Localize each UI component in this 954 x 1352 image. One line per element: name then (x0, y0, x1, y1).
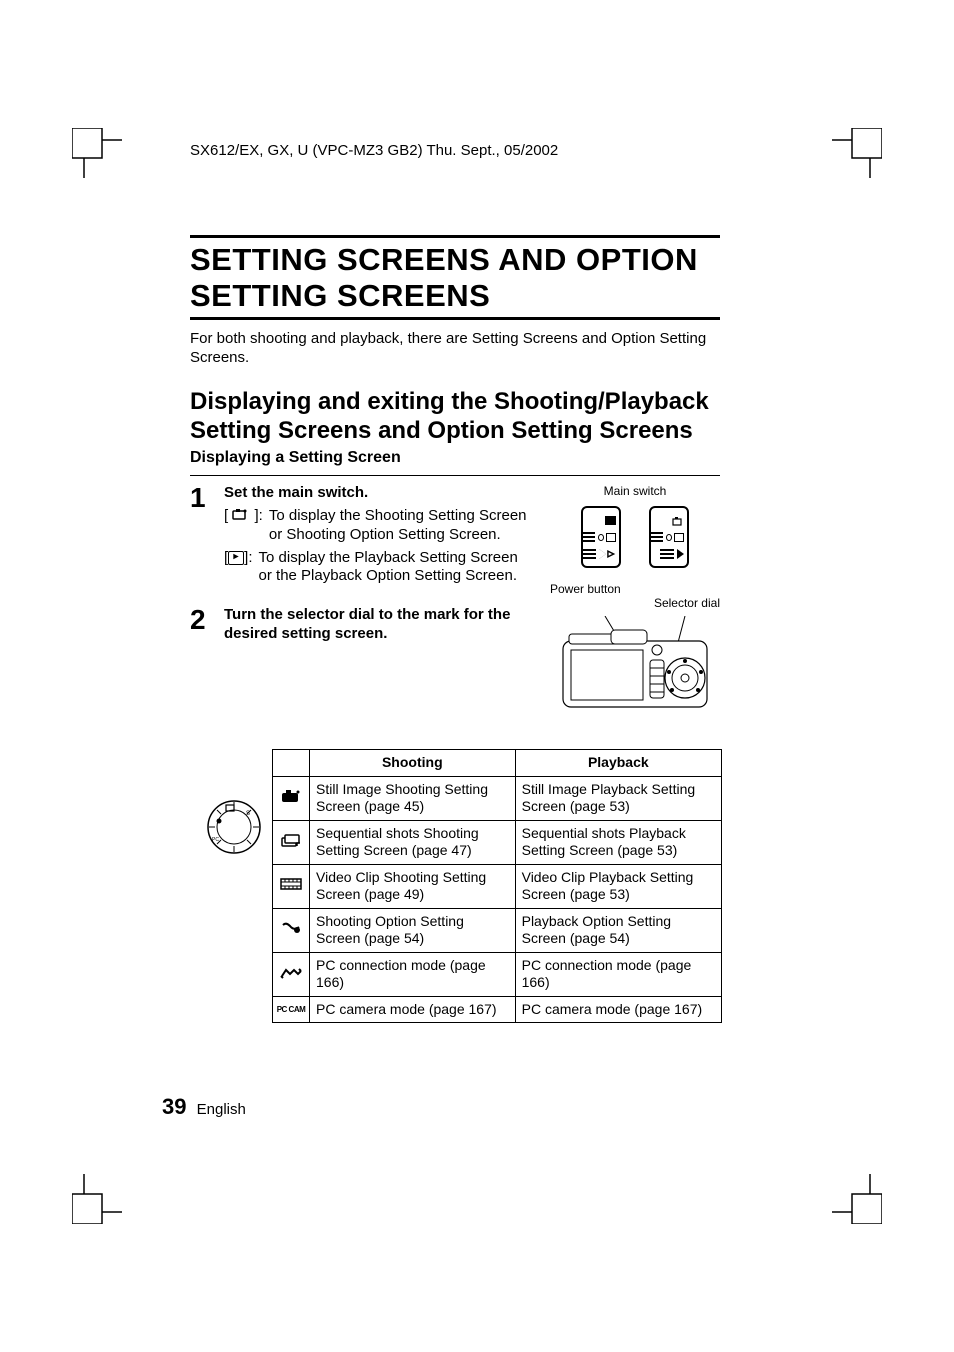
crop-mark-tl (72, 128, 122, 178)
table-row: Still Image Shooting Setting Screen (pag… (273, 776, 722, 820)
table-cell: Shooting Option Setting Screen (page 54) (310, 908, 516, 952)
camera-mode-icon: [ ]: (224, 507, 263, 545)
page-number: 39 (162, 1094, 186, 1119)
rule-top (190, 235, 720, 238)
table-cell: Video Clip Playback Setting Screen (page… (515, 864, 721, 908)
table-cell: Still Image Playback Setting Screen (pag… (515, 776, 721, 820)
step-title: Set the main switch. (224, 484, 530, 503)
table-cell: Sequential shots Playback Setting Screen… (515, 820, 721, 864)
switch-playback-icon (649, 506, 689, 568)
rule-under-title (190, 317, 720, 320)
page-language: English (197, 1101, 246, 1118)
table-cell: PC camera mode (page 167) (310, 996, 516, 1023)
table-cell: Sequential shots Shooting Setting Screen… (310, 820, 516, 864)
step-title: Turn the selector dial to the mark for t… (224, 606, 530, 644)
table-row: PC connection mode (page 166) PC connect… (273, 952, 722, 996)
section-heading: Displaying and exiting the Shooting/Play… (190, 388, 720, 446)
diagrams-column: Main switch Power button Selector dial (550, 484, 720, 719)
power-button-label: Power button (550, 582, 621, 596)
table-row: Shooting Option Setting Screen (page 54)… (273, 908, 722, 952)
rule-under-subsection (190, 475, 720, 476)
page-title: SETTING SCREENS AND OPTION SETTING SCREE… (190, 242, 720, 313)
step-sub-text: To display the Playback Setting Screen o… (259, 549, 530, 587)
svg-text:S: S (246, 811, 250, 817)
modes-table: Shooting Playback Still Image Shooting S… (272, 749, 722, 1023)
crop-mark-bl (72, 1174, 122, 1224)
step-2: 2 Turn the selector dial to the mark for… (190, 606, 530, 648)
crop-mark-br (832, 1174, 882, 1224)
selector-dial-icon: S PC (204, 797, 264, 857)
table-cell: PC camera mode (page 167) (515, 996, 721, 1023)
pc-connection-icon (273, 952, 310, 996)
table-header-icon (273, 750, 310, 777)
page-footer: 39 English (162, 1094, 246, 1120)
table-cell: Video Clip Shooting Setting Screen (page… (310, 864, 516, 908)
switch-shooting-icon (581, 506, 621, 568)
main-switch-label: Main switch (550, 484, 720, 498)
selector-dial-label: Selector dial (654, 596, 720, 610)
table-cell: PC connection mode (page 166) (515, 952, 721, 996)
playback-mode-icon: [ ]: (224, 549, 253, 587)
video-clip-icon (273, 864, 310, 908)
option-setting-icon (273, 908, 310, 952)
table-cell: Playback Option Setting Screen (page 54) (515, 908, 721, 952)
camera-diagram (555, 616, 715, 716)
step-sub-text: To display the Shooting Setting Screen o… (269, 507, 530, 545)
pc-cam-icon: PC CAM (273, 996, 310, 1023)
table-header-shooting: Shooting (310, 750, 516, 777)
main-switch-diagram (550, 500, 720, 576)
steps-list: 1 Set the main switch. [ ]: To display t… (190, 484, 530, 719)
table-header-playback: Playback (515, 750, 721, 777)
still-image-icon (273, 776, 310, 820)
intro-text: For both shooting and playback, there ar… (190, 330, 720, 368)
table-row: Sequential shots Shooting Setting Screen… (273, 820, 722, 864)
table-cell: PC connection mode (page 166) (310, 952, 516, 996)
step-1: 1 Set the main switch. [ ]: To display t… (190, 484, 530, 590)
table-cell: Still Image Shooting Setting Screen (pag… (310, 776, 516, 820)
crop-mark-tr (832, 128, 882, 178)
subsection-heading: Displaying a Setting Screen (190, 449, 720, 467)
step-number: 1 (190, 484, 212, 590)
step-number: 2 (190, 606, 212, 648)
table-row: PC CAM PC camera mode (page 167) PC came… (273, 996, 722, 1023)
page-content: SETTING SCREENS AND OPTION SETTING SCREE… (190, 235, 720, 1023)
table-row: Video Clip Shooting Setting Screen (page… (273, 864, 722, 908)
svg-text:PC: PC (212, 837, 219, 843)
sequential-shots-icon (273, 820, 310, 864)
document-header: SX612/EX, GX, U (VPC-MZ3 GB2) Thu. Sept.… (190, 142, 558, 159)
